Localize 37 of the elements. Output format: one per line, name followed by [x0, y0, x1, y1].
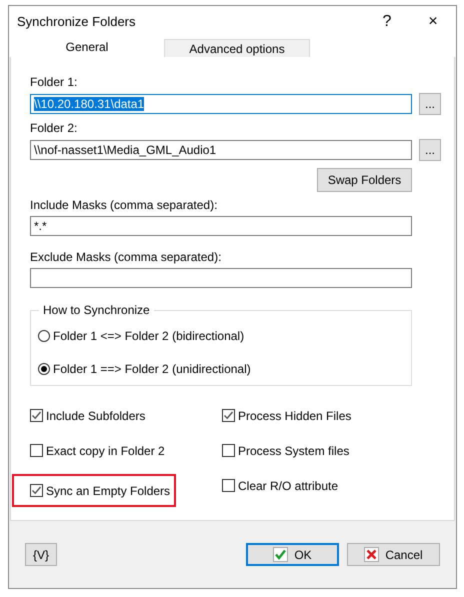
cross-icon [364, 547, 380, 562]
variables-button[interactable]: {V} [25, 543, 57, 566]
cancel-button[interactable]: Cancel [347, 543, 440, 566]
group-title: How to Synchronize [39, 303, 154, 317]
field-label: Exclude Masks (comma separated): [30, 250, 222, 264]
checkbox[interactable] [222, 479, 235, 492]
field-label: Folder 1: [30, 75, 78, 89]
close-button[interactable]: × [410, 6, 456, 37]
radio-label: Folder 1 ==> Folder 2 (unidirectional) [53, 362, 251, 376]
mask-field[interactable] [30, 268, 412, 288]
checkbox[interactable] [222, 409, 235, 422]
help-button[interactable]: ? [364, 6, 410, 37]
checkmark-icon [273, 547, 288, 562]
checkbox[interactable] [222, 444, 235, 457]
tab[interactable]: Advanced options [164, 39, 310, 57]
checkbox-label: Clear R/O attribute [238, 478, 338, 492]
mask-field[interactable]: *.* [30, 216, 412, 236]
checkbox-label: Process Hidden Files [238, 408, 352, 422]
window-title: Synchronize Folders [17, 14, 136, 29]
swap-button[interactable]: Swap Folders [317, 168, 412, 192]
checkbox-label: Exact copy in Folder 2 [46, 444, 165, 458]
folder-field[interactable]: \\10.20.180.31\data1 [30, 94, 412, 114]
folder-field[interactable]: \\nof-nasset1\Media_GML_Audio1 [30, 140, 412, 160]
checkbox-label: Process System files [238, 444, 350, 458]
checkbox[interactable] [30, 444, 43, 457]
radio-button[interactable] [38, 363, 50, 375]
browse-button[interactable]: ... [419, 139, 441, 161]
field-label: Folder 2: [30, 121, 78, 135]
browse-button[interactable]: ... [419, 93, 441, 115]
checkbox-label: Include Subfolders [46, 408, 146, 422]
checkbox[interactable] [30, 409, 43, 422]
radio-label: Folder 1 <=> Folder 2 (bidirectional) [53, 329, 244, 343]
field-label: Include Masks (comma separated): [30, 198, 218, 212]
checkbox-label: Sync an Empty Folders [46, 484, 170, 498]
ok-button[interactable]: OK [246, 543, 339, 566]
radio-button[interactable] [38, 330, 50, 342]
checkbox[interactable] [30, 484, 43, 497]
